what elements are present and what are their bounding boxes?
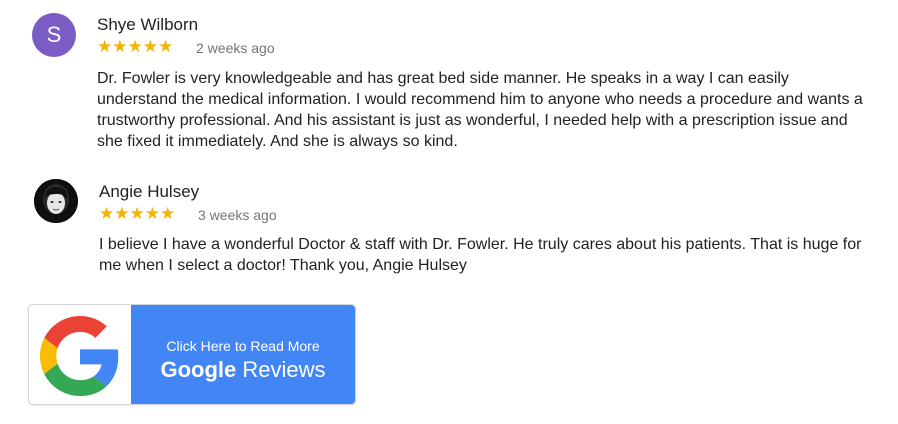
star-rating: ★★★★★: [97, 37, 174, 56]
star-rating: ★★★★★: [99, 204, 176, 223]
read-more-label: Click Here to Read More: [166, 338, 320, 354]
reviewer-name: Shye Wilborn: [97, 15, 199, 34]
google-brand-text: Google: [160, 357, 237, 382]
avatar-photo-icon: [34, 179, 78, 223]
google-g-icon: [40, 315, 119, 396]
review-text: Dr. Fowler is very knowledgeable and has…: [97, 70, 863, 150]
google-logo-container: [29, 305, 131, 404]
review-text: I believe I have a wonderful Doctor & st…: [99, 236, 862, 274]
google-reviews-label: Google Reviews: [131, 357, 355, 383]
read-more-google-reviews-button[interactable]: Click Here to Read More Google Reviews: [28, 304, 356, 405]
review-date: 2 weeks ago: [196, 40, 275, 56]
review-date: 3 weeks ago: [198, 207, 277, 223]
reviewer-name: Angie Hulsey: [99, 182, 200, 201]
avatar: S: [32, 13, 76, 57]
reviews-word-text: Reviews: [242, 357, 326, 382]
avatar: [34, 179, 78, 223]
google-reviews-banner: Click Here to Read More Google Reviews: [131, 305, 355, 404]
